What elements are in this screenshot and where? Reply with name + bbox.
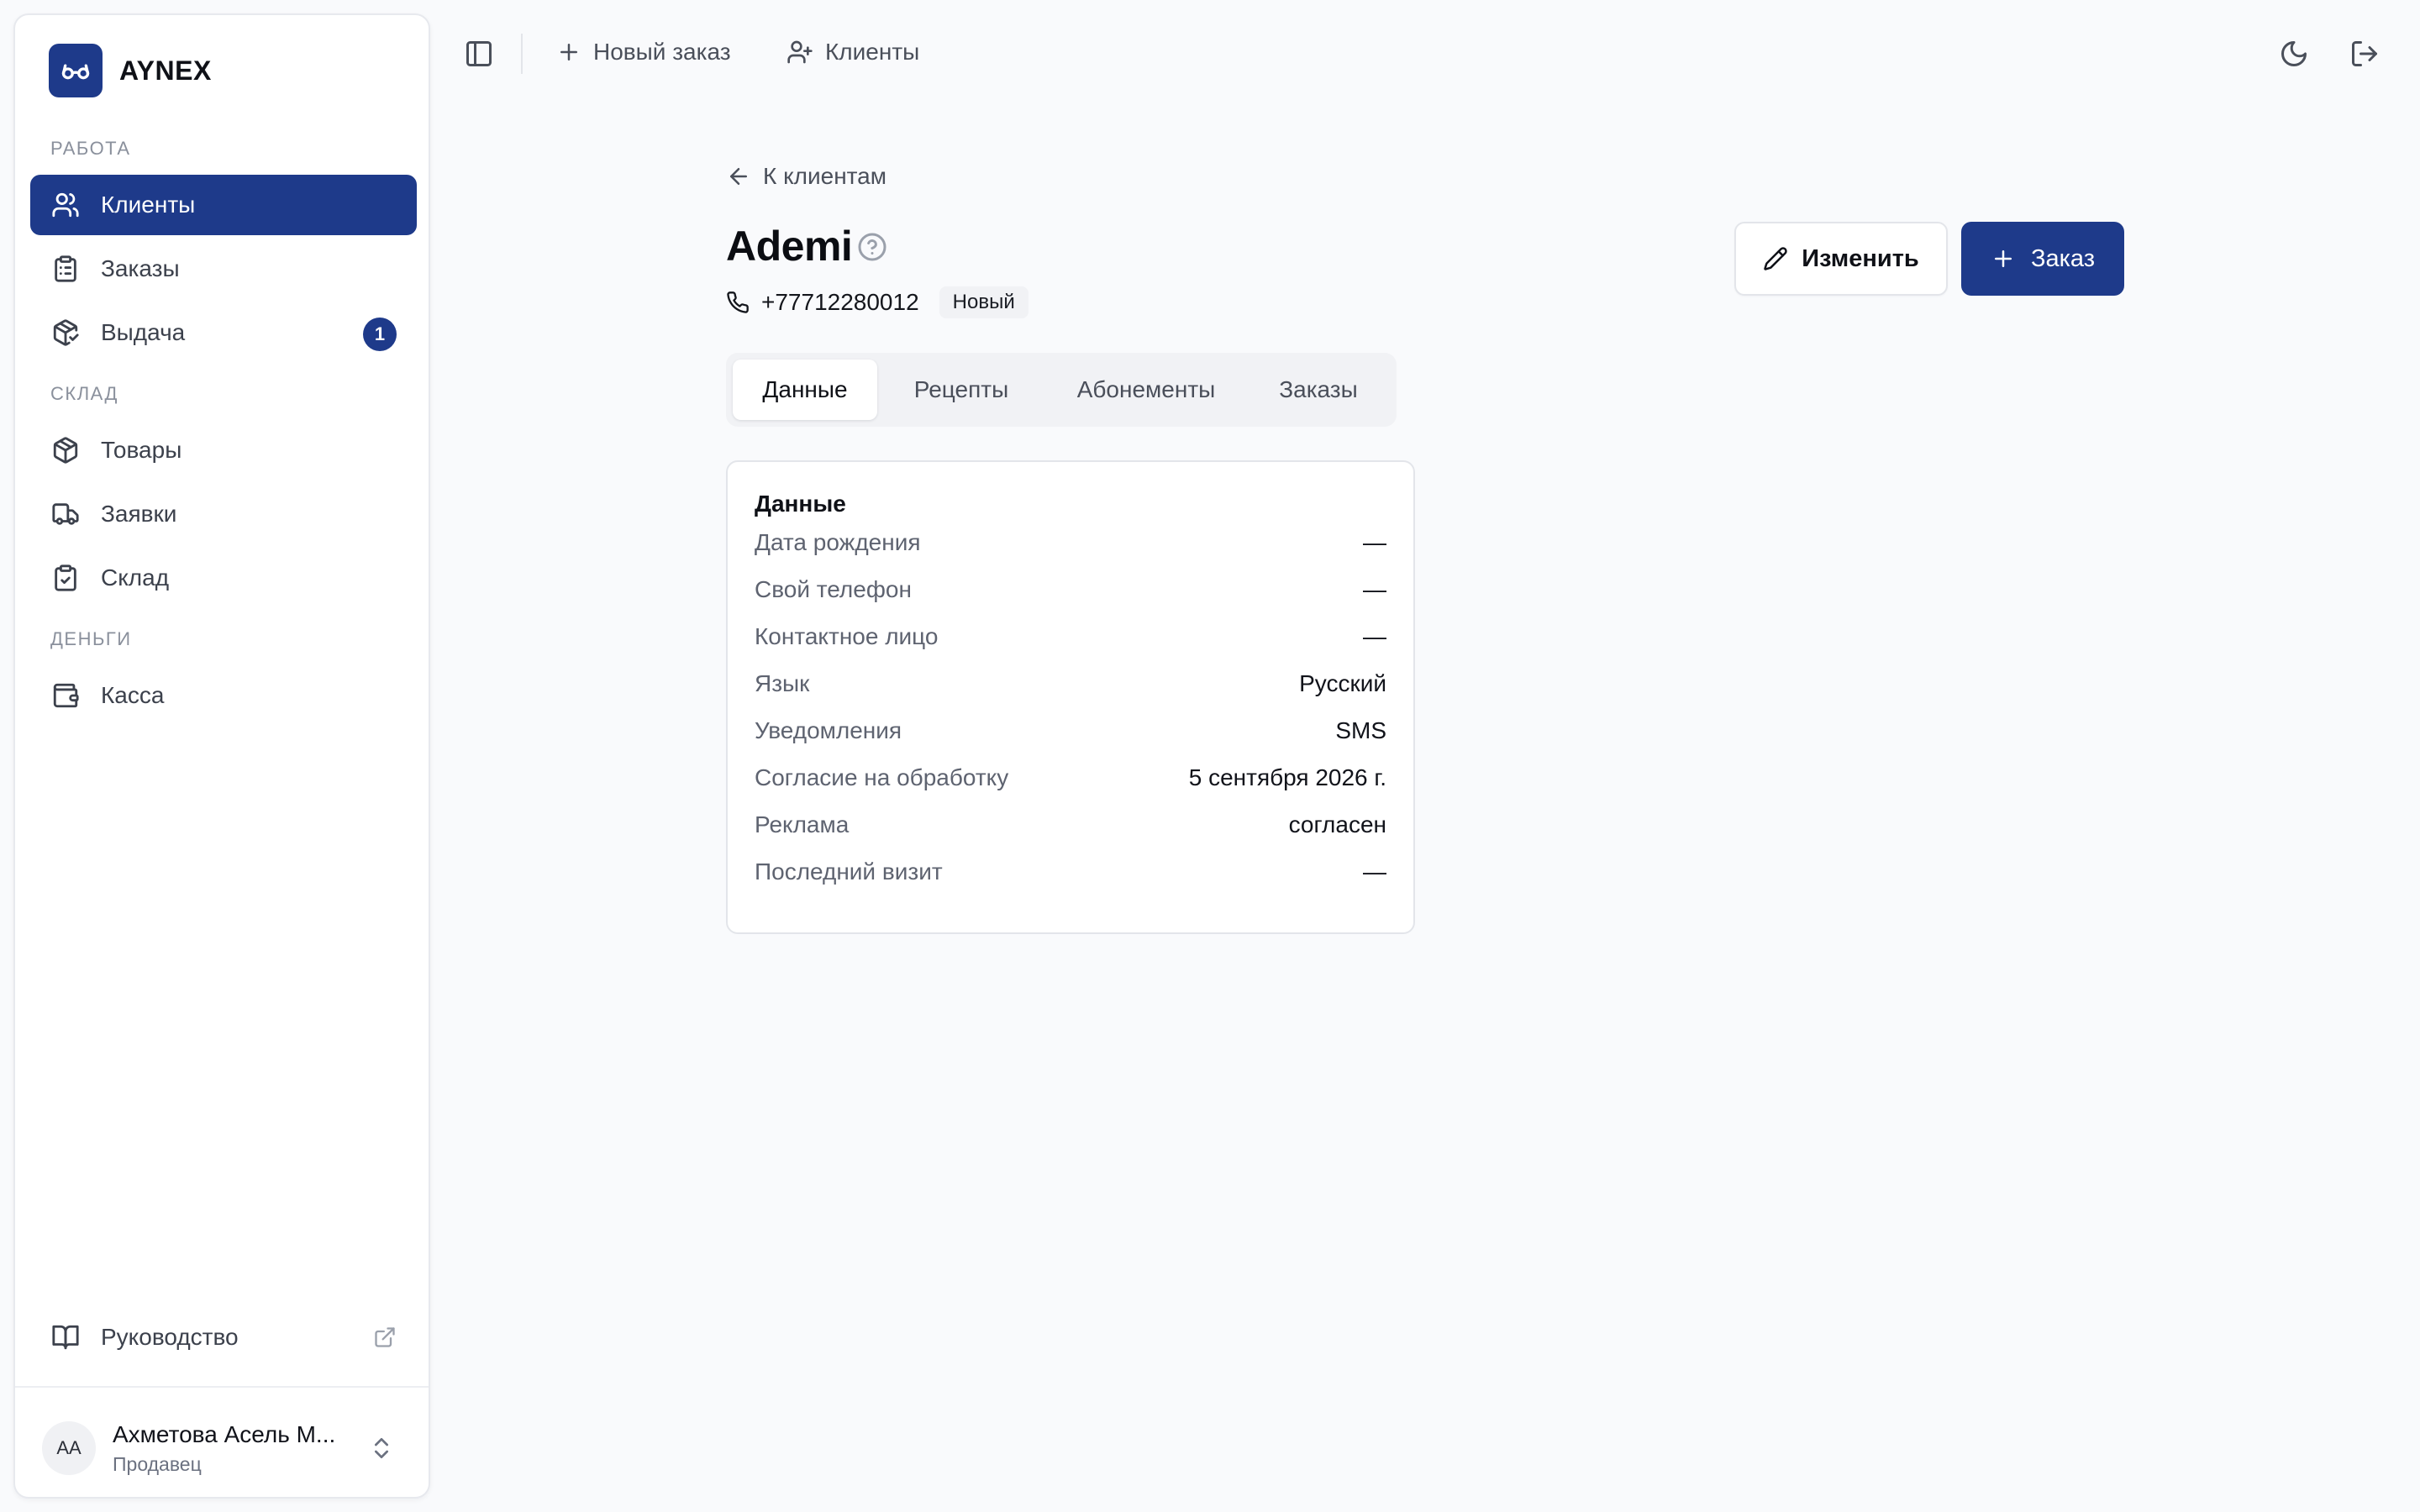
moon-icon [2279, 39, 2309, 69]
sidebar-item-label: Заказы [101, 255, 180, 281]
sidebar-item-label: Заявки [101, 501, 177, 527]
detail-value: согласен [1288, 811, 1386, 837]
avatar: АА [42, 1421, 96, 1475]
section-title-work: РАБОТА [50, 138, 131, 159]
panel-left-icon [464, 39, 494, 69]
detail-label: Дата рождения [755, 529, 921, 555]
user-plus-icon [786, 39, 813, 66]
help-circle-icon[interactable] [857, 232, 887, 262]
section-title-money: ДЕНЬГИ [50, 628, 132, 649]
client-phone: +77712280012 [761, 289, 919, 315]
truck-icon [50, 499, 81, 529]
tab-data[interactable]: Данные [733, 360, 877, 420]
sidebar-item-cashbox[interactable]: Касса [30, 665, 417, 726]
sidebar-item-clients[interactable]: Клиенты [30, 175, 417, 235]
clients-button[interactable]: Клиенты [786, 39, 919, 66]
chevrons-up-down-icon [368, 1435, 395, 1462]
detail-value: — [1363, 529, 1386, 555]
detail-value: 5 сентября 2026 г. [1188, 764, 1386, 790]
edit-label: Изменить [1802, 244, 1919, 272]
theme-toggle-button[interactable] [2279, 39, 2309, 69]
new-order-button[interactable]: Новый заказ [556, 39, 731, 66]
count-badge: 1 [363, 318, 397, 351]
arrow-left-icon [726, 164, 751, 189]
wallet-icon [50, 680, 81, 711]
detail-row-consent: Согласие на обработку 5 сентября 2026 г. [755, 754, 1386, 801]
divider [521, 34, 523, 74]
sidebar-item-pickup[interactable]: Выдача 1 [30, 302, 417, 363]
new-order-label: Новый заказ [593, 39, 731, 65]
detail-row-notifications: Уведомления SMS [755, 707, 1386, 754]
sidebar-item-label: Выдача [101, 319, 186, 345]
brand-name: AYNEX [119, 55, 212, 86]
sidebar-toggle-button[interactable] [464, 39, 494, 69]
book-open-icon [50, 1322, 81, 1352]
plus-icon [556, 39, 581, 65]
sidebar-item-label: Касса [101, 682, 165, 708]
detail-row-own-phone: Свой телефон — [755, 566, 1386, 613]
phone-row: +77712280012 Новый [726, 286, 1028, 319]
detail-row-advertising: Реклама согласен [755, 801, 1386, 848]
sidebar-item-label: Склад [101, 564, 170, 591]
back-label: К клиентам [763, 163, 886, 189]
client-details-card: Данные Дата рождения — Свой телефон — Ко… [726, 460, 1415, 934]
edit-button[interactable]: Изменить [1734, 222, 1948, 296]
detail-value: Русский [1299, 670, 1386, 696]
sidebar-item-label: Товары [101, 437, 182, 463]
detail-label: Уведомления [755, 717, 902, 743]
detail-label: Контактное лицо [755, 623, 939, 649]
detail-value: — [1363, 576, 1386, 602]
logout-button[interactable] [2349, 39, 2380, 69]
external-link-icon [373, 1326, 397, 1349]
detail-row-birthdate: Дата рождения — [755, 519, 1386, 566]
tab-subscriptions[interactable]: Абонементы [1045, 360, 1247, 420]
section-title-warehouse: СКЛАД [50, 383, 118, 404]
plus-icon [1991, 246, 2016, 271]
clipboard-list-icon [50, 254, 81, 284]
sidebar-item-label: Руководство [101, 1324, 239, 1350]
sidebar-item-warehouse[interactable]: Склад [30, 548, 417, 608]
user-menu[interactable]: АА Ахметова Асель М... Продавец [42, 1415, 412, 1482]
tab-prescriptions[interactable]: Рецепты [877, 360, 1045, 420]
sidebar: AYNEX РАБОТА Клиенты Заказы Выдача 1 СКЛ… [13, 13, 430, 1499]
detail-row-last-visit: Последний визит — [755, 848, 1386, 895]
order-label: Заказ [2030, 244, 2096, 272]
phone-icon [726, 291, 750, 314]
brand[interactable]: AYNEX [49, 44, 212, 97]
sidebar-item-label: Клиенты [101, 192, 196, 218]
package-check-icon [50, 318, 81, 348]
sidebar-item-orders[interactable]: Заказы [30, 239, 417, 299]
user-name: Ахметова Асель М... [113, 1420, 336, 1447]
add-order-button[interactable]: Заказ [1961, 222, 2124, 296]
sidebar-item-guide[interactable]: Руководство [30, 1307, 417, 1368]
detail-row-contact-person: Контактное лицо — [755, 613, 1386, 660]
status-badge: Новый [939, 286, 1028, 318]
detail-label: Реклама [755, 811, 850, 837]
sidebar-item-requests[interactable]: Заявки [30, 484, 417, 544]
users-icon [50, 190, 81, 220]
detail-label: Последний визит [755, 858, 943, 885]
detail-value: — [1363, 623, 1386, 649]
clipboard-check-icon [50, 563, 81, 593]
detail-value: SMS [1335, 717, 1386, 743]
tab-bar: Данные Рецепты Абонементы Заказы [726, 353, 1397, 427]
glasses-icon [49, 44, 103, 97]
card-title: Данные [755, 491, 846, 517]
pencil-icon [1763, 246, 1788, 271]
detail-row-language: Язык Русский [755, 660, 1386, 707]
user-role: Продавец [113, 1452, 202, 1475]
detail-label: Согласие на обработку [755, 764, 1009, 790]
divider [15, 1386, 429, 1388]
sidebar-item-products[interactable]: Товары [30, 420, 417, 480]
back-to-clients-link[interactable]: К клиентам [726, 163, 886, 190]
log-out-icon [2349, 39, 2380, 69]
clients-label: Клиенты [825, 39, 920, 65]
detail-label: Язык [755, 670, 810, 696]
detail-label: Свой телефон [755, 576, 912, 602]
detail-value: — [1363, 858, 1386, 885]
page-title: Ademi [726, 223, 853, 270]
tab-orders[interactable]: Заказы [1247, 360, 1390, 420]
package-icon [50, 435, 81, 465]
